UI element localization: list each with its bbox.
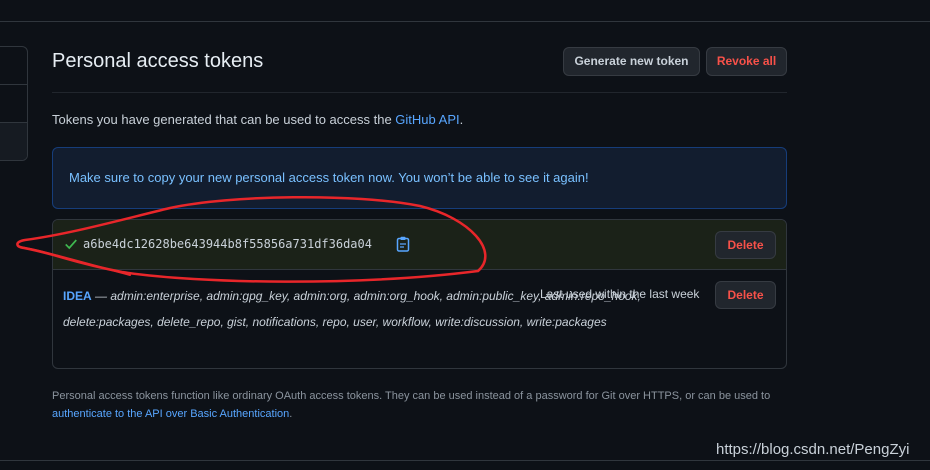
footnote-text: Personal access tokens function like ord… [52,390,771,402]
delete-token-button[interactable]: Delete [715,281,776,309]
github-api-link[interactable]: GitHub API [395,112,459,127]
sidebar-item[interactable] [0,85,27,123]
page-title: Personal access tokens [52,50,264,72]
token-list: a6be4dc12628be643944b8f55856a731df36da04… [52,219,787,369]
copy-token-flash: Make sure to copy your new personal acce… [52,147,787,209]
intro-text: Tokens you have generated that can be us… [52,112,463,127]
watermark-text: https://blog.csdn.net/PengZyi [716,441,910,458]
clipboard-icon[interactable] [396,236,410,252]
footnote: Personal access tokens function like ord… [52,387,792,423]
intro-text-body: Tokens you have generated that can be us… [52,112,396,127]
check-icon [65,239,77,250]
sidebar-item-selected[interactable] [0,123,27,160]
last-used-text: Last used within the last week [540,287,700,301]
basic-auth-link[interactable]: authenticate to the API over Basic Authe… [52,408,289,420]
sidebar-item[interactable] [0,47,27,85]
bottom-divider [0,460,930,461]
settings-sidebar [0,46,28,161]
intro-text-suffix: . [459,112,464,127]
new-token-row: a6be4dc12628be643944b8f55856a731df36da04 [53,220,786,270]
token-name-link[interactable]: IDEA [63,289,92,303]
top-divider [0,21,930,22]
delete-new-token-button[interactable]: Delete [715,231,776,259]
token-separator: — [91,289,111,303]
footnote-suffix: . [289,408,293,420]
new-token-value[interactable]: a6be4dc12628be643944b8f55856a731df36da04 [83,237,372,251]
header-divider [52,92,787,93]
revoke-all-button[interactable]: Revoke all [706,47,787,76]
generate-new-token-button[interactable]: Generate new token [563,47,700,76]
